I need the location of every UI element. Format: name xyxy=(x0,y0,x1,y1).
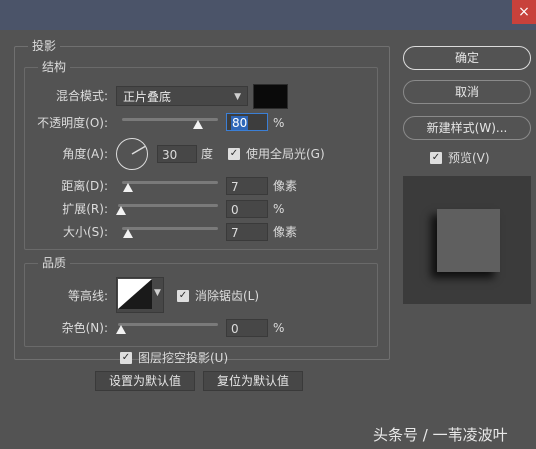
preview-thumbnail xyxy=(403,176,531,304)
blend-mode-value: 正片叠底 xyxy=(123,90,172,104)
distance-slider-track[interactable] xyxy=(122,181,218,184)
noise-unit: % xyxy=(273,321,285,335)
blend-mode-label: 混合模式: xyxy=(55,89,108,103)
spread-unit: % xyxy=(273,202,285,216)
opacity-slider-thumb[interactable] xyxy=(193,120,203,129)
cancel-button[interactable]: 取消 xyxy=(403,80,531,104)
close-button[interactable]: × xyxy=(512,0,536,24)
spread-input[interactable]: 0 xyxy=(226,200,268,218)
preview-checkbox[interactable]: ✓ xyxy=(430,152,442,164)
global-light-checkbox[interactable]: ✓ xyxy=(228,148,240,160)
angle-dial-needle xyxy=(131,145,145,155)
global-light-label: 使用全局光(G) xyxy=(246,147,325,161)
shadow-group-title: 投影 xyxy=(28,39,61,53)
spread-slider-track[interactable] xyxy=(118,204,218,207)
spread-label: 扩展(R): xyxy=(62,202,108,216)
contour-preview-icon xyxy=(118,279,152,309)
angle-input[interactable]: 30 xyxy=(157,145,197,163)
opacity-unit: % xyxy=(273,116,285,130)
close-icon: × xyxy=(518,4,530,20)
anti-alias-checkbox[interactable]: ✓ xyxy=(177,290,189,302)
noise-slider-thumb[interactable] xyxy=(116,325,126,334)
angle-dial[interactable] xyxy=(116,138,148,170)
chevron-down-icon: ▼ xyxy=(154,288,161,298)
size-label: 大小(S): xyxy=(62,225,108,239)
opacity-input[interactable]: 80 xyxy=(226,113,268,131)
distance-label: 距离(D): xyxy=(61,179,108,193)
size-slider-thumb[interactable] xyxy=(123,229,133,238)
contour-picker[interactable]: ▼ xyxy=(116,277,164,313)
preview-shadow-sample xyxy=(437,209,500,272)
distance-unit: 像素 xyxy=(273,179,298,193)
noise-label: 杂色(N): xyxy=(61,321,108,335)
shadow-color-swatch[interactable] xyxy=(253,84,288,109)
quality-group-title: 品质 xyxy=(38,256,71,270)
set-default-button[interactable]: 设置为默认值 xyxy=(95,371,195,391)
preview-label: 预览(V) xyxy=(448,151,490,165)
distance-input[interactable]: 7 xyxy=(226,177,268,195)
size-input[interactable]: 7 xyxy=(226,223,268,241)
spread-slider-thumb[interactable] xyxy=(116,206,126,215)
ok-button[interactable]: 确定 xyxy=(403,46,531,70)
noise-slider-track[interactable] xyxy=(118,323,218,326)
size-unit: 像素 xyxy=(273,225,298,239)
opacity-label: 不透明度(O): xyxy=(37,116,108,130)
structure-group-title: 结构 xyxy=(38,60,71,74)
layer-knockout-label: 图层挖空投影(U) xyxy=(138,351,229,365)
watermark-text: 头条号 / 一苇凌波叶 xyxy=(373,426,508,444)
angle-unit: 度 xyxy=(201,147,214,161)
anti-alias-label: 消除锯齿(L) xyxy=(195,289,260,303)
contour-label: 等高线: xyxy=(67,289,108,303)
distance-slider-thumb[interactable] xyxy=(123,183,133,192)
new-style-button[interactable]: 新建样式(W)... xyxy=(403,116,531,140)
layer-knockout-checkbox[interactable]: ✓ xyxy=(120,352,132,364)
size-slider-track[interactable] xyxy=(122,227,218,230)
chevron-down-icon: ▼ xyxy=(234,92,241,102)
angle-label: 角度(A): xyxy=(62,147,108,161)
noise-input[interactable]: 0 xyxy=(226,319,268,337)
opacity-value: 80 xyxy=(231,116,249,130)
blend-mode-select[interactable]: 正片叠底 ▼ xyxy=(116,86,248,106)
dialog-titlebar: × xyxy=(0,0,536,30)
opacity-slider-track[interactable] xyxy=(122,118,218,121)
reset-default-button[interactable]: 复位为默认值 xyxy=(203,371,303,391)
